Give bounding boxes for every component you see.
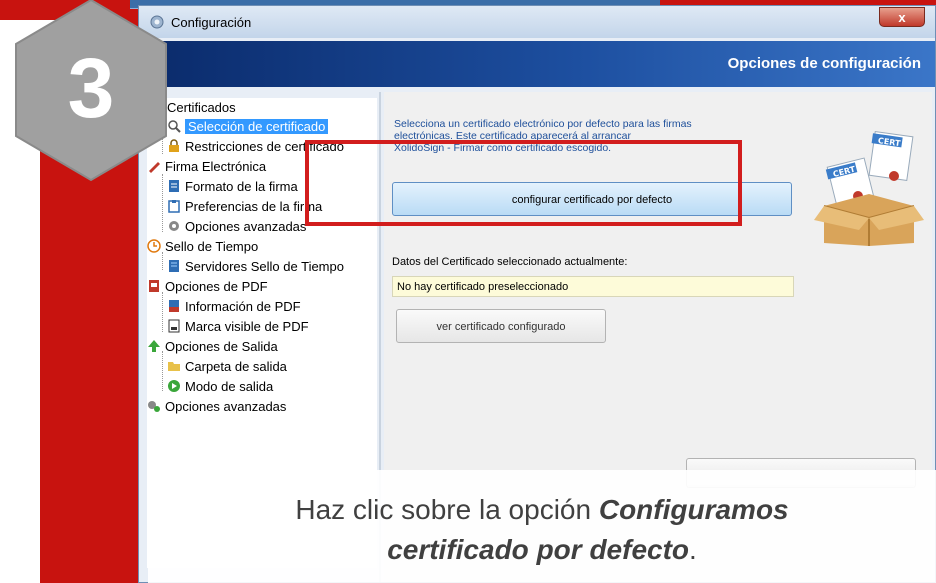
close-button[interactable]: x [879,7,925,27]
tree-item-label: Opciones de PDF [165,279,268,294]
tree-item-label: Preferencias de la firma [185,199,323,214]
tree-item-label: Modo de salida [185,379,274,394]
tree-connector [162,351,163,391]
window-title: Configuración [171,15,252,30]
tree-item-label: Sello de Tiempo [165,239,259,254]
caption-suffix: . [689,534,697,565]
tree-item-label: Selección de certificado [185,119,329,134]
tree-item-sello-tiempo[interactable]: Sello de Tiempo [147,239,258,255]
tree-item-certificados[interactable]: Certificados [167,100,236,116]
server-icon [169,260,179,272]
tree-item-marca-visible-pdf[interactable]: Marca visible de PDF [167,319,309,335]
tree-item-informacion-pdf[interactable]: Información de PDF [167,299,301,315]
play-circle-icon [168,380,180,392]
current-certificate-label: Datos del Certificado seleccionado actua… [392,256,628,268]
tree-item-opciones-pdf[interactable]: Opciones de PDF [147,279,268,295]
tree-item-label: Certificados [167,100,236,115]
arrow-up-icon [148,340,160,352]
gears-icon [148,401,160,412]
tree-item-label: Formato de la firma [185,179,298,194]
caption-prefix: Haz clic sobre la opción [295,494,599,525]
caption-emphasis-2: certificado por defecto [387,534,690,565]
tree-item-seleccion-certificado[interactable]: Selección de certificado [167,119,329,135]
tree-item-label: Marca visible de PDF [185,319,309,334]
caption-text: Haz clic sobre la opción Configuramos ce… [148,490,936,570]
tree-item-label: Servidores Sello de Tiempo [185,259,344,274]
tree-item-opciones-avanzadas-firma[interactable]: Opciones avanzadas [167,219,306,235]
highlight-frame [305,140,742,226]
tree-item-carpeta-salida[interactable]: Carpeta de salida [167,359,287,375]
tree-item-label: Firma Electrónica [165,159,267,174]
tree-item-modo-salida[interactable]: Modo de salida [167,379,273,395]
page-mark-icon [168,319,180,333]
tree-item-label: Carpeta de salida [185,359,287,374]
tree-item-label: Opciones avanzadas [165,399,287,414]
view-configured-certificate-button[interactable]: ver certificado configurado [396,309,606,343]
info-line: Selecciona un certificado electrónico po… [394,118,692,130]
title-bar: Configuración x [139,6,935,38]
caption-emphasis-1: Configuramos [598,494,789,525]
certificate-box-illustration: CERT CERT [814,131,924,246]
gear-icon [169,221,179,231]
clock-icon [147,239,161,253]
banner-title: Opciones de configuración [727,55,921,72]
tree-item-servidores-sello[interactable]: Servidores Sello de Tiempo [167,259,344,275]
tree-item-opciones-avanzadas[interactable]: Opciones avanzadas [147,399,286,415]
pdf-icon [149,280,159,292]
tree-item-label: Opciones avanzadas [185,219,307,234]
caption-panel: Haz clic sobre la opción Configuramos ce… [148,470,936,583]
tree-connector [162,292,163,332]
current-certificate-field: No hay certificado preseleccionado [392,276,794,297]
folder-icon [168,362,180,371]
tree-item-opciones-salida[interactable]: Opciones de Salida [147,339,278,355]
pdf-info-icon [169,300,179,312]
header-banner: Opciones de configuración [139,41,935,87]
tree-item-preferencias-firma[interactable]: Preferencias de la firma [167,199,322,215]
tree-item-label: Opciones de Salida [165,339,278,354]
tree-item-formato-firma[interactable]: Formato de la firma [167,179,298,195]
tree-item-label: Información de PDF [185,299,301,314]
clipboard-icon [168,200,180,213]
step-number: 3 [67,41,115,135]
